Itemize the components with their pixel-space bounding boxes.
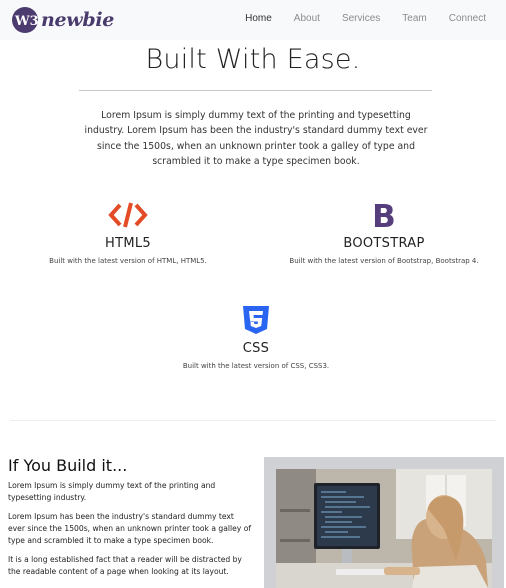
build-section-text: Lorem Ipsum is simply dummy text of the … — [8, 480, 252, 588]
build-section-title: If You Build it... — [8, 456, 128, 475]
feature-title: CSS — [242, 341, 270, 356]
build-paragraph: Lorem Ipsum has been the industry's stan… — [8, 512, 252, 545]
photo-frame — [264, 457, 504, 588]
feature-css: CSS Built with the latest version of CSS… — [128, 305, 384, 370]
build-paragraph: It is a long established fact that a rea… — [8, 555, 242, 576]
css3-icon — [243, 306, 269, 334]
workspace-photo — [276, 469, 492, 588]
nav-link-about[interactable]: About — [294, 12, 320, 26]
feature-desc: Built with the latest version of Bootstr… — [289, 257, 479, 265]
section-divider — [10, 420, 496, 421]
feature-bootstrap: B BOOTSTRAP Built with the latest versio… — [256, 200, 506, 265]
svg-text:W3: W3 — [14, 14, 38, 29]
html5-code-icon — [108, 202, 148, 228]
feature-desc: Built with the latest version of CSS, CS… — [182, 362, 330, 370]
brand-name: newbie — [41, 9, 115, 31]
navbar: W3 newbie Home About Services Team Conne… — [0, 0, 506, 40]
hero-title: Built With Ease. — [145, 44, 361, 75]
feature-html5: HTML5 Built with the latest version of H… — [0, 200, 256, 265]
nav-link-team[interactable]: Team — [402, 12, 426, 26]
nav-link-connect[interactable]: Connect — [449, 12, 486, 26]
feature-title: HTML5 — [105, 236, 151, 251]
svg-text:B: B — [372, 200, 396, 230]
hero-divider — [79, 90, 432, 91]
feature-title: BOOTSTRAP — [343, 236, 425, 251]
feature-desc: Built with the latest version of HTML, H… — [49, 257, 207, 265]
brand-link[interactable]: W3 newbie — [12, 6, 114, 34]
nav-link-services[interactable]: Services — [342, 12, 380, 26]
main-nav: Home About Services Team Connect — [223, 12, 486, 26]
nav-link-home[interactable]: Home — [245, 12, 272, 26]
build-paragraph: Lorem Ipsum is simply dummy text of the … — [8, 481, 216, 502]
brand-logo-icon: W3 — [12, 7, 38, 33]
bootstrap-icon: B — [372, 200, 396, 230]
hero-text: Lorem Ipsum is simply dummy text of the … — [84, 110, 428, 167]
